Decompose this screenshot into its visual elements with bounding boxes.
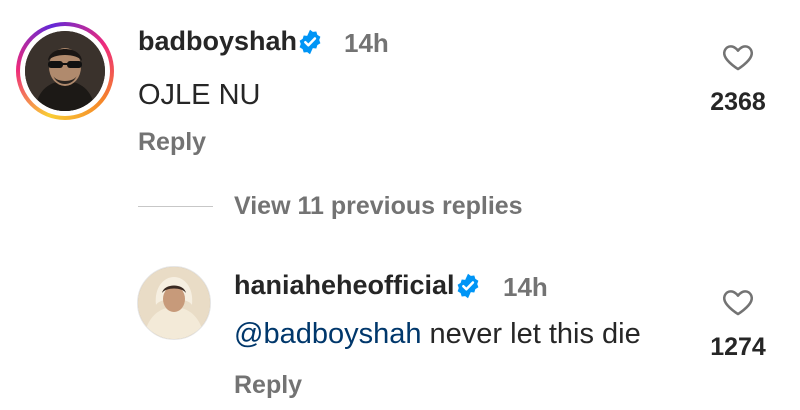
reply-button[interactable]: Reply: [138, 128, 206, 157]
comment-like-count: 2368: [710, 88, 766, 116]
heart-outline-icon[interactable]: [721, 285, 755, 319]
mention-link[interactable]: @badboyshah: [234, 318, 421, 350]
avatar-haniaheheofficial[interactable]: [137, 266, 211, 340]
reply-text: @badboyshah never let this die: [234, 318, 641, 351]
comment-timestamp: 14h: [344, 28, 389, 58]
reply-like-count: 1274: [710, 333, 766, 361]
view-previous-replies-button[interactable]: View 11 previous replies: [234, 192, 523, 221]
verified-badge-icon: [457, 273, 479, 299]
comment-text: OJLE NU: [138, 79, 261, 111]
verified-badge-icon: [299, 29, 321, 55]
reply-button[interactable]: Reply: [234, 371, 302, 400]
reply-text-body: never let this die: [429, 318, 641, 350]
avatar-portrait-icon: [25, 31, 105, 111]
avatar-portrait-icon: [138, 267, 210, 339]
story-ring[interactable]: [16, 22, 114, 120]
comment-username[interactable]: badboyshah: [138, 26, 297, 57]
thread-divider-line: [138, 206, 213, 207]
reply-timestamp: 14h: [503, 272, 548, 302]
reply-username[interactable]: haniaheheofficial: [234, 270, 455, 301]
avatar-badboyshah[interactable]: [25, 31, 105, 111]
heart-outline-icon[interactable]: [721, 40, 755, 74]
avatar-ring-gap: [20, 26, 110, 116]
